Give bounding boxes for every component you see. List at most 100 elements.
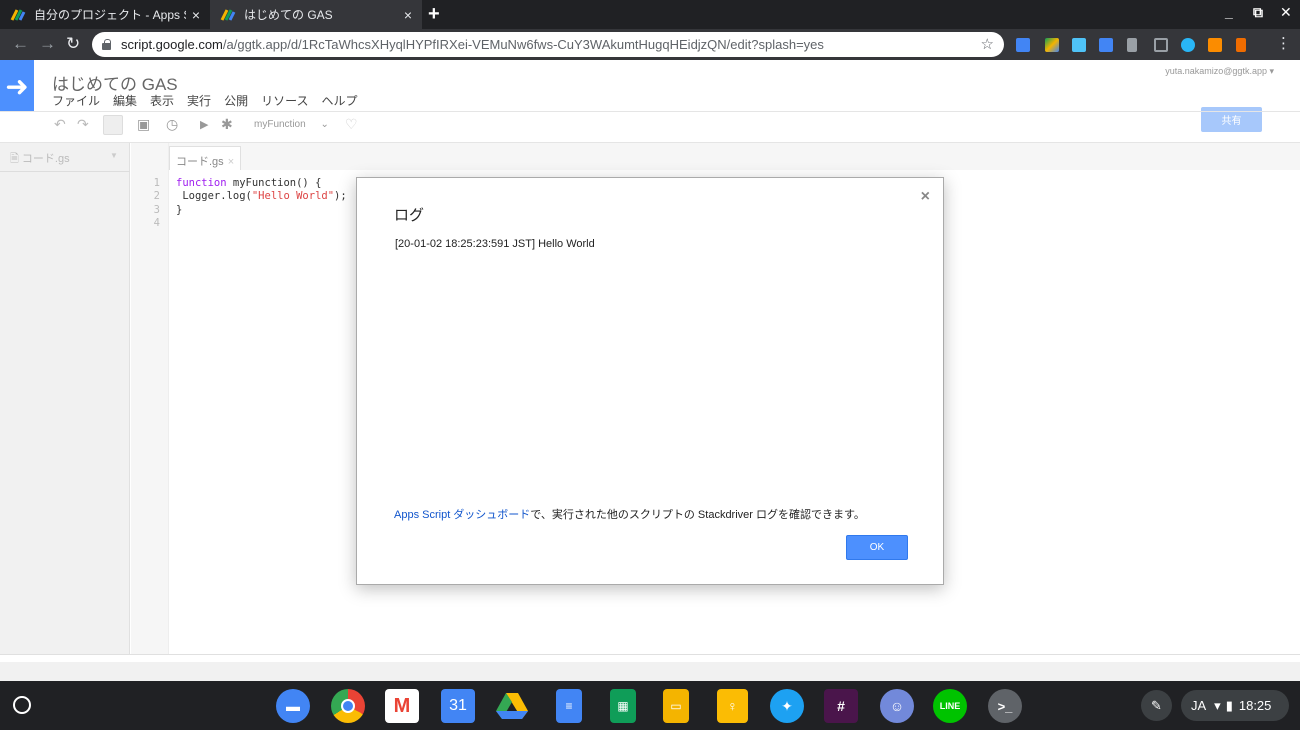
bookmark-star-icon[interactable]: ☆ <box>981 35 994 53</box>
divider <box>0 171 130 172</box>
drive-app-icon[interactable] <box>495 689 529 723</box>
line-app-icon[interactable]: LINE <box>933 689 967 723</box>
line-number: 3 <box>153 203 160 216</box>
launcher-button[interactable] <box>13 696 31 714</box>
ime-indicator: JA <box>1191 698 1207 713</box>
redo-icon[interactable]: ↷ <box>77 116 89 133</box>
run-icon[interactable]: ▶ <box>200 118 208 131</box>
account-email: yuta.nakamizo@ggtk.app <box>1165 66 1267 76</box>
apps-script-logo-icon[interactable]: ➜ <box>0 60 34 112</box>
menu-edit[interactable]: 編集 <box>113 92 137 109</box>
tab-hajimete-gas[interactable]: はじめての GAS × <box>210 0 422 29</box>
triggers-clock-icon[interactable]: ◷ <box>166 116 178 133</box>
calendar-app-icon[interactable]: 31 <box>441 689 475 723</box>
forward-arrow-icon[interactable]: → <box>39 34 56 54</box>
pen-extension-icon[interactable] <box>1127 38 1137 52</box>
close-tab-icon[interactable]: × <box>192 7 200 23</box>
files-app-icon[interactable]: ▬ <box>276 689 310 723</box>
gmail-app-icon[interactable]: M <box>385 689 419 723</box>
lightbulb-icon[interactable]: ♡ <box>345 116 358 133</box>
back-arrow-icon[interactable]: ← <box>12 34 29 54</box>
file-icon: 🗎 <box>10 153 19 165</box>
slides-app-icon[interactable]: ▭ <box>663 689 689 723</box>
extension-icon[interactable] <box>1099 38 1113 52</box>
apps-script-favicon-icon <box>220 8 236 22</box>
code-line: 3} <box>140 204 347 217</box>
log-dialog: × ログ [20-01-02 18:25:23:591 JST] Hello W… <box>356 177 944 585</box>
menu-resources[interactable]: リソース <box>261 92 308 109</box>
editor-tab-label: コード.gs <box>176 156 224 168</box>
bottom-strip <box>0 662 1300 681</box>
function-select[interactable]: myFunction ⌄ <box>254 119 329 130</box>
close-window-button[interactable]: ✕ <box>1280 4 1292 21</box>
docs-app-icon[interactable]: ≡ <box>556 689 582 723</box>
chevron-down-icon: ⌄ <box>320 119 329 130</box>
file-sidebar: 🗎 コード.gs ▼ <box>0 143 130 654</box>
close-icon[interactable]: × <box>228 156 234 168</box>
settings-extension-icon[interactable] <box>1181 38 1195 52</box>
code-line: 4 <box>140 217 347 230</box>
browser-toolbar: ← → ↻ script.google.com/a/ggtk.app/d/1Rc… <box>0 29 1300 60</box>
editor-tab-row <box>131 143 1300 170</box>
slack-app-icon[interactable]: # <box>824 689 858 723</box>
menu-help[interactable]: ヘルプ <box>321 92 357 109</box>
keep-app-icon[interactable]: ♀ <box>717 689 748 723</box>
discord-app-icon[interactable]: ☺ <box>880 689 914 723</box>
menu-kebab-icon[interactable]: ⋮ <box>1276 34 1291 52</box>
menu-file[interactable]: ファイル <box>52 92 100 109</box>
tab-title: はじめての GAS <box>244 8 333 22</box>
battery-icon: ▮ <box>1225 697 1233 713</box>
code-line: 2 Logger.log("Hello World"); <box>140 190 347 203</box>
line-number: 1 <box>153 177 160 189</box>
line-number: 2 <box>153 190 160 203</box>
url-path: /a/ggtk.app/d/1RcTaWhcsXHyqlHYPfIRXei-VE… <box>222 37 824 52</box>
chevron-down-icon[interactable]: ▼ <box>110 151 118 160</box>
url-host: script.google.com <box>121 37 223 52</box>
file-item-code-gs[interactable]: 🗎 コード.gs ▼ <box>10 150 118 169</box>
menu-run[interactable]: 実行 <box>187 92 211 109</box>
wifi-icon: ▾ <box>1214 697 1221 713</box>
extension-icon[interactable] <box>1236 38 1246 52</box>
tab-strip: 自分のプロジェクト - Apps Sc × はじめての GAS × + _ ⧉ … <box>0 0 1300 29</box>
extension-icon[interactable] <box>1208 38 1222 52</box>
dashboard-link[interactable]: Apps Script ダッシュボード <box>394 509 530 521</box>
twitter-app-icon[interactable]: ✦ <box>770 689 804 723</box>
editor-tab-code-gs[interactable]: コード.gs × <box>169 146 241 170</box>
system-tray[interactable]: JA ▾ ▮ 18:25 <box>1181 690 1289 721</box>
debug-bug-icon[interactable]: ✱ <box>221 116 233 133</box>
new-tab-button[interactable]: + <box>428 3 440 26</box>
reload-icon[interactable]: ↻ <box>66 34 80 54</box>
dialog-title: ログ <box>394 207 425 224</box>
drive-extension-icon[interactable] <box>1045 38 1059 52</box>
close-tab-icon[interactable]: × <box>404 7 412 23</box>
minimize-button[interactable]: _ <box>1225 4 1233 20</box>
indent-icon[interactable] <box>103 115 123 135</box>
account-menu[interactable]: yuta.nakamizo@ggtk.app ▾ <box>1165 66 1274 77</box>
menu-view[interactable]: 表示 <box>150 92 174 109</box>
sheets-app-icon[interactable]: ▦ <box>610 689 636 723</box>
pip-extension-icon[interactable] <box>1154 38 1168 52</box>
undo-icon[interactable]: ↶ <box>54 116 66 133</box>
tab-title: 自分のプロジェクト - Apps Sc <box>34 8 186 22</box>
maximize-button[interactable]: ⧉ <box>1253 4 1263 21</box>
chrome-app-icon[interactable] <box>331 689 365 723</box>
log-output: [20-01-02 18:25:23:591 JST] Hello World <box>395 238 595 250</box>
file-name: コード.gs <box>21 153 70 165</box>
stylus-pen-icon[interactable]: ✎ <box>1141 690 1172 721</box>
lock-icon <box>102 39 111 50</box>
ok-button[interactable]: OK <box>846 535 908 560</box>
translate-extension-icon[interactable] <box>1016 38 1030 52</box>
code-line: 1 function myFunction() { <box>140 177 347 190</box>
code-editor[interactable]: 1 function myFunction() { 2 Logger.log("H… <box>140 177 347 230</box>
menu-bar: ファイル 編集 表示 実行 公開 リソース ヘルプ <box>52 92 371 109</box>
close-icon[interactable]: × <box>921 188 930 206</box>
address-bar[interactable]: script.google.com/a/ggtk.app/d/1RcTaWhcs… <box>92 32 1004 57</box>
note-text: で、実行された他のスクリプトの Stackdriver ログを確認できます。 <box>530 509 865 521</box>
terminal-app-icon[interactable]: >_ <box>988 689 1022 723</box>
tab-my-projects[interactable]: 自分のプロジェクト - Apps Sc × <box>0 0 210 29</box>
photos-extension-icon[interactable] <box>1072 38 1086 52</box>
dialog-note: Apps Script ダッシュボードで、実行された他のスクリプトの Stack… <box>394 506 865 522</box>
line-number: 4 <box>153 216 160 229</box>
menu-publish[interactable]: 公開 <box>224 92 248 109</box>
save-icon[interactable]: ▣ <box>137 116 150 133</box>
